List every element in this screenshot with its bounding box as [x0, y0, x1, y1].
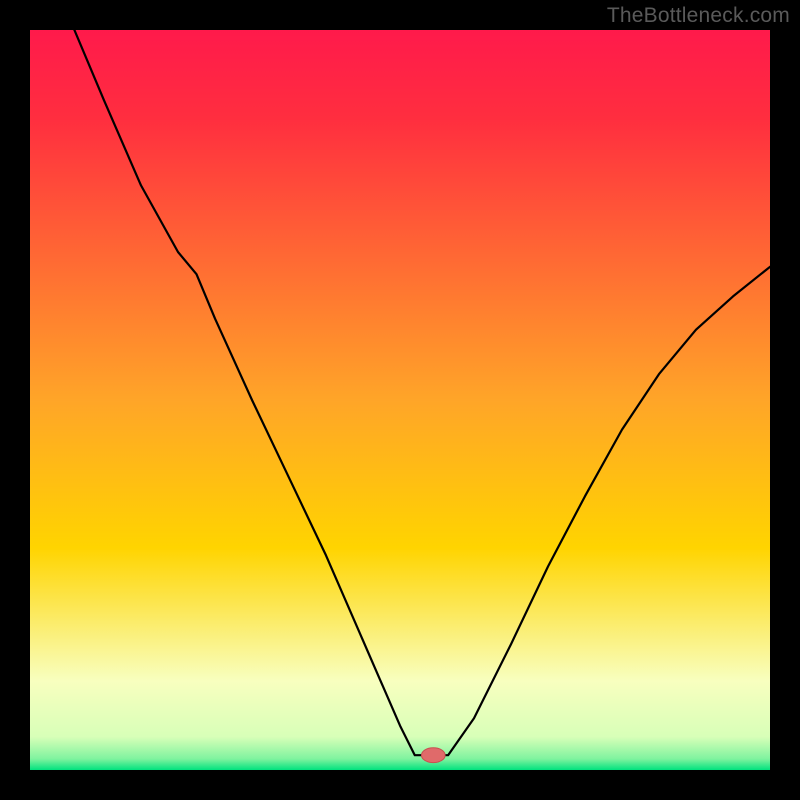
gradient-background [30, 30, 770, 770]
plot-svg [30, 30, 770, 770]
optimum-marker [421, 748, 445, 763]
chart-frame: TheBottleneck.com [0, 0, 800, 800]
plot-area [30, 30, 770, 770]
watermark-text: TheBottleneck.com [607, 4, 790, 28]
